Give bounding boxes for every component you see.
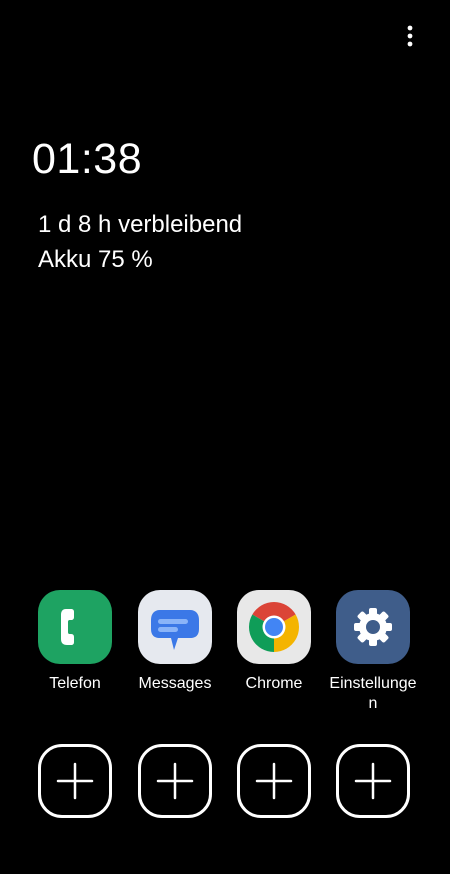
- phone-icon: [38, 590, 112, 664]
- battery-remaining-text: 1 d 8 h verbleibend: [38, 211, 243, 238]
- more-options-button[interactable]: [396, 20, 424, 52]
- app-row: Telefon Messages Chrome Einstellungen: [0, 590, 450, 720]
- app-label-telefon: Telefon: [49, 675, 101, 692]
- plus-icon: [354, 762, 392, 800]
- app-messages[interactable]: Messages: [125, 590, 225, 694]
- app-label-messages: Messages: [138, 675, 212, 692]
- app-chrome[interactable]: Chrome: [224, 590, 324, 694]
- add-app-button-1[interactable]: [38, 744, 112, 818]
- messages-icon: [138, 590, 212, 664]
- app-einstellungen[interactable]: Einstellungen: [323, 590, 423, 714]
- chrome-icon: [237, 590, 311, 664]
- plus-icon: [255, 762, 293, 800]
- plus-icon: [56, 762, 94, 800]
- plus-icon: [156, 762, 194, 800]
- add-app-row: [0, 744, 450, 824]
- app-label-einstellungen: Einstellungen: [329, 675, 417, 712]
- clock-time: 01:38: [32, 135, 143, 183]
- add-app-button-3[interactable]: [237, 744, 311, 818]
- settings-icon: [336, 590, 410, 664]
- app-telefon[interactable]: Telefon: [25, 590, 125, 694]
- app-label-chrome: Chrome: [245, 675, 303, 692]
- battery-level-text: Akku 75 %: [38, 246, 153, 273]
- more-vertical-icon: [407, 25, 413, 47]
- battery-info: 1 d 8 h verbleibend Akku 75 %: [38, 207, 242, 277]
- add-app-button-4[interactable]: [336, 744, 410, 818]
- add-app-button-2[interactable]: [138, 744, 212, 818]
